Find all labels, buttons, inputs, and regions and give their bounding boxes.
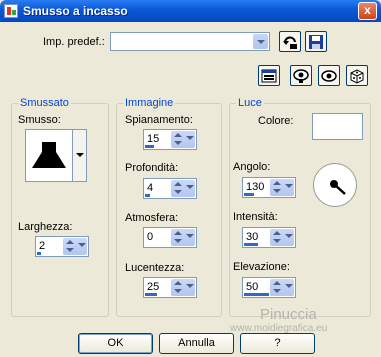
bevel-shape-picker[interactable]: [25, 129, 87, 182]
chevron-down-icon[interactable]: [186, 234, 194, 240]
light-direction-icon: [330, 180, 346, 195]
spianamento-spinner[interactable]: 15: [143, 129, 197, 150]
spin-up-icon[interactable]: [173, 180, 183, 188]
light-color-swatch[interactable]: [312, 113, 363, 140]
randomize-dice-icon: [350, 69, 364, 84]
preview-toggle-button[interactable]: [258, 65, 280, 86]
intensita-spinner[interactable]: 30: [242, 227, 296, 248]
spin-down-icon[interactable]: [173, 188, 183, 196]
bevel-dropdown-arrow[interactable]: [72, 130, 86, 181]
lucentezza-value: 25: [147, 281, 160, 293]
larghezza-spin-buttons[interactable]: [63, 238, 87, 255]
atmosfera-spin-buttons[interactable]: [171, 229, 195, 246]
larghezza-level-bar: [37, 252, 41, 255]
colore-label: Colore:: [258, 115, 294, 127]
preset-label: Imp. predef.:: [43, 36, 105, 48]
spin-up-icon[interactable]: [272, 279, 282, 287]
spianamento-level-bar: [145, 145, 154, 148]
randomize-button[interactable]: [346, 65, 368, 86]
larghezza-value: 2: [39, 240, 46, 252]
lucentezza-spin-buttons[interactable]: [171, 279, 195, 296]
angolo-level-bar: [244, 193, 254, 196]
chevron-down-icon[interactable]: [253, 34, 268, 49]
spin-down-icon[interactable]: [272, 287, 282, 295]
luce-legend: Luce: [236, 97, 264, 109]
spin-down-icon[interactable]: [272, 237, 282, 245]
spin-down-icon[interactable]: [272, 187, 282, 195]
spin-up-icon[interactable]: [272, 229, 282, 237]
spin-down-icon[interactable]: [173, 237, 183, 245]
profondita-level-bar: [145, 194, 150, 197]
spin-up-icon[interactable]: [173, 229, 183, 237]
chevron-down-icon[interactable]: [186, 185, 194, 191]
app-icon: [4, 4, 18, 18]
immagine-legend: Immagine: [123, 97, 176, 109]
larghezza-label: Larghezza:: [18, 221, 73, 233]
chevron-down-icon[interactable]: [285, 184, 293, 190]
title-bar[interactable]: Smusso a incasso x: [0, 0, 381, 22]
light-direction-dial[interactable]: [313, 163, 357, 207]
atmosfera-value: 0: [147, 231, 154, 243]
preset-dropdown[interactable]: [110, 32, 270, 51]
atmosfera-spinner[interactable]: 0: [143, 227, 197, 248]
intensita-level-bar: [244, 243, 258, 246]
save-preset-button[interactable]: [279, 31, 301, 52]
close-button[interactable]: x: [358, 2, 377, 20]
lucentezza-spinner[interactable]: 25: [143, 277, 197, 298]
chevron-down-icon[interactable]: [186, 284, 194, 290]
spin-up-icon[interactable]: [272, 179, 282, 187]
intensita-value: 30: [246, 231, 259, 243]
cancel-button[interactable]: Annulla: [159, 333, 234, 354]
save-preset-icon: [283, 36, 297, 49]
chevron-down-icon[interactable]: [285, 284, 293, 290]
chevron-down-icon[interactable]: [78, 243, 86, 249]
proof-icon: [293, 69, 309, 83]
lucentezza-level-bar: [145, 293, 157, 296]
watermark-site: www.moidiegrafica.eu: [230, 323, 328, 334]
larghezza-spinner[interactable]: 2: [35, 236, 89, 257]
profondita-value: 4: [147, 182, 154, 194]
angolo-spin-buttons[interactable]: [270, 179, 294, 196]
spianamento-spin-buttons[interactable]: [171, 131, 195, 148]
window-title: Smusso a incasso: [23, 4, 128, 18]
bevel-shape-icon: [32, 142, 66, 168]
profondita-spinner[interactable]: 4: [143, 178, 197, 199]
elevazione-level-bar: [244, 293, 269, 296]
preview-toggle-icon: [261, 69, 277, 83]
atmosfera-label: Atmosfera:: [125, 212, 179, 224]
angolo-spinner[interactable]: 130: [242, 177, 296, 198]
watermark-name: Pinuccia: [260, 306, 317, 323]
elevazione-spin-buttons[interactable]: [270, 279, 294, 296]
auto-proof-button[interactable]: [318, 65, 340, 86]
elevazione-label: Elevazione:: [233, 261, 290, 273]
ok-button[interactable]: OK: [78, 333, 153, 354]
eye-icon: [321, 70, 337, 82]
spin-down-icon[interactable]: [173, 139, 183, 147]
proof-button[interactable]: [290, 65, 312, 86]
smusso-label: Smusso:: [18, 114, 61, 126]
smussato-legend: Smussato: [18, 97, 71, 109]
save-button[interactable]: [305, 31, 327, 52]
save-icon: [309, 35, 323, 49]
angolo-label: Angolo:: [233, 161, 271, 173]
spianamento-value: 15: [147, 133, 160, 145]
chevron-down-icon[interactable]: [186, 136, 194, 142]
lucentezza-label: Lucentezza:: [125, 262, 185, 274]
spianamento-label: Spianamento:: [125, 114, 193, 126]
profondita-label: Profondità:: [125, 162, 179, 174]
elevazione-spinner[interactable]: 50: [242, 277, 296, 298]
elevazione-value: 50: [246, 281, 259, 293]
profondita-spin-buttons[interactable]: [171, 180, 195, 197]
chevron-down-icon[interactable]: [285, 234, 293, 240]
spin-down-icon[interactable]: [173, 287, 183, 295]
spin-up-icon[interactable]: [65, 238, 75, 246]
spin-down-icon[interactable]: [65, 246, 75, 254]
angolo-value: 130: [246, 181, 265, 193]
spin-up-icon[interactable]: [173, 279, 183, 287]
intensita-label: Intensità:: [233, 211, 278, 223]
intensita-spin-buttons[interactable]: [270, 229, 294, 246]
spin-up-icon[interactable]: [173, 131, 183, 139]
help-button[interactable]: ?: [240, 333, 315, 354]
chevron-down-icon: [76, 153, 84, 157]
